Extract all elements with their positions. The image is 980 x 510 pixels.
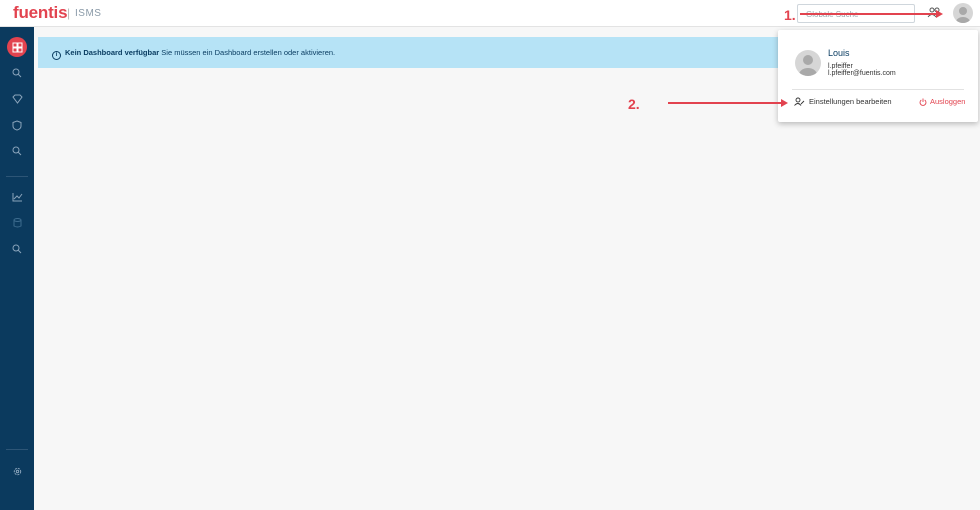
annotation-arrowhead-2 bbox=[781, 98, 788, 107]
no-dashboard-banner: i Kein Dashboard verfügbar Sie müssen ein… bbox=[38, 37, 778, 68]
banner-title: Kein Dashboard verfügbar bbox=[65, 48, 160, 57]
logo[interactable]: fuentis bbox=[13, 3, 68, 23]
sidebar-divider bbox=[6, 176, 28, 177]
dashboard-icon[interactable] bbox=[7, 37, 27, 57]
logout-label: Ausloggen bbox=[930, 97, 966, 106]
chart-line-icon[interactable] bbox=[7, 187, 27, 207]
sidebar bbox=[0, 27, 34, 510]
sidebar-divider bbox=[6, 449, 28, 450]
info-icon: i bbox=[52, 51, 61, 60]
annotation-arrow-1 bbox=[800, 13, 937, 15]
annotation-arrow-2 bbox=[668, 102, 782, 104]
search-icon[interactable] bbox=[7, 141, 27, 161]
shield-icon[interactable] bbox=[7, 115, 27, 135]
annotation-step-1: 1. bbox=[784, 7, 796, 23]
user-name: Louis bbox=[828, 48, 850, 58]
database-icon[interactable] bbox=[7, 213, 27, 233]
avatar-icon bbox=[956, 7, 970, 23]
user-avatar bbox=[795, 50, 821, 76]
user-username: l.pfeiffer bbox=[828, 63, 853, 70]
product-name: ISMS bbox=[75, 8, 102, 19]
user-avatar-button[interactable] bbox=[953, 3, 973, 23]
search-icon[interactable] bbox=[7, 239, 27, 259]
power-icon bbox=[919, 98, 927, 106]
user-email: l.pfeiffer@fuentis.com bbox=[828, 70, 896, 77]
edit-settings-button[interactable]: Einstellungen bearbeiten bbox=[794, 97, 892, 106]
logo-separator: | bbox=[67, 6, 71, 20]
logout-button[interactable]: Ausloggen bbox=[919, 97, 965, 106]
search-icon[interactable] bbox=[7, 63, 27, 83]
annotation-step-2: 2. bbox=[628, 96, 640, 112]
diamond-icon[interactable] bbox=[7, 89, 27, 109]
settings-icon[interactable] bbox=[7, 461, 27, 481]
banner-message: Sie müssen ein Dashboard erstellen oder … bbox=[159, 48, 336, 57]
user-edit-icon bbox=[794, 97, 805, 106]
user-menu-popup: Louis l.pfeiffer l.pfeiffer@fuentis.com … bbox=[778, 30, 978, 122]
avatar-icon bbox=[799, 55, 817, 76]
annotation-arrowhead-1 bbox=[936, 9, 943, 18]
edit-settings-label: Einstellungen bearbeiten bbox=[809, 97, 892, 106]
menu-divider bbox=[792, 89, 964, 90]
